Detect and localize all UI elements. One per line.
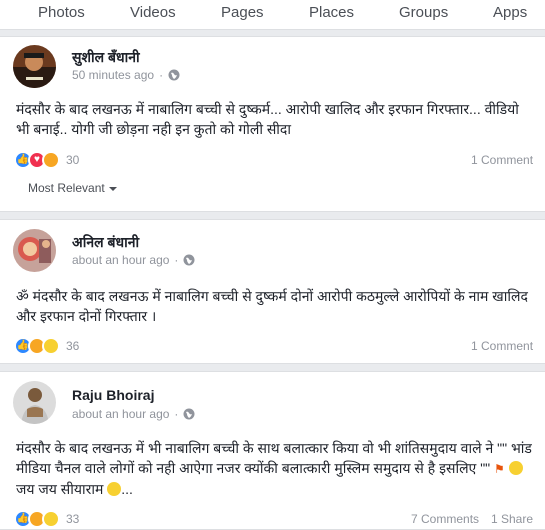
post-author-name[interactable]: Raju Bhoiraj [72, 387, 154, 403]
sort-label: Most Relevant [28, 181, 105, 195]
post-timestamp[interactable]: 50 minutes ago [72, 68, 154, 82]
globe-icon [183, 408, 195, 420]
globe-icon [183, 254, 195, 266]
post-meta: about an hour ago · [72, 407, 195, 421]
reaction-count: 33 [66, 512, 80, 526]
avatar[interactable] [13, 229, 56, 272]
reaction-summary[interactable]: 👍 33 [14, 510, 79, 528]
post-timestamp[interactable]: about an hour ago [72, 253, 169, 267]
angry-reaction-icon [42, 151, 60, 169]
top-nav-tabs: Photos Videos Pages Places Groups Apps [0, 0, 545, 30]
meta-separator: · [174, 253, 179, 267]
tab-groups[interactable]: Groups [399, 4, 448, 21]
post-author-name[interactable]: अनिल बंधानी [72, 233, 139, 252]
post-timestamp[interactable]: about an hour ago [72, 407, 169, 421]
reaction-count: 30 [66, 153, 80, 167]
comment-count-link[interactable]: 1 Comment [471, 339, 533, 353]
haha-reaction-icon [42, 510, 60, 528]
post-card: अनिल बंधानी about an hour ago · ॐ मंदसौर… [0, 219, 545, 364]
post-text: मंदसौर के बाद लखनऊ में भी नाबालिग बच्ची … [16, 438, 536, 499]
post-text: ॐ मंदसौर के बाद लखनऊ में नाबालिग बच्ची स… [16, 288, 528, 324]
post-author-name[interactable]: सुशील बँधानी [72, 48, 140, 67]
reaction-summary[interactable]: 👍 ♥ 30 [14, 151, 79, 169]
avatar[interactable] [13, 45, 56, 88]
smile-emoji-icon [107, 482, 122, 496]
avatar[interactable] [13, 381, 56, 424]
post-card: सुशील बँधानी 50 minutes ago · मंदसौर के … [0, 36, 545, 212]
post-meta: 50 minutes ago · [72, 68, 180, 82]
post-text-part: जय जय सीयाराम [16, 481, 108, 497]
tab-places[interactable]: Places [309, 4, 354, 21]
post-text-part: ... [121, 481, 133, 497]
post-text: मंदसौर के बाद लखनऊ में नाबालिग बच्ची से … [16, 101, 519, 137]
chevron-down-icon [108, 186, 117, 191]
smile-emoji-icon [508, 461, 523, 475]
reaction-summary[interactable]: 👍 36 [14, 337, 79, 355]
tab-apps[interactable]: Apps [493, 4, 527, 21]
comment-count-link[interactable]: 1 Comment [471, 153, 533, 167]
post-card: Raju Bhoiraj about an hour ago · मंदसौर … [0, 371, 545, 530]
globe-icon [168, 69, 180, 81]
post-text-part: मंदसौर के बाद लखनऊ में भी नाबालिग बच्ची … [16, 440, 532, 476]
comment-sort-dropdown[interactable]: Most Relevant [28, 181, 117, 195]
sad-reaction-icon [42, 337, 60, 355]
tab-pages[interactable]: Pages [221, 4, 264, 21]
tab-photos[interactable]: Photos [38, 4, 85, 21]
meta-separator: · [159, 68, 164, 82]
meta-separator: · [174, 407, 179, 421]
flag-emoji-icon: ⚑ [494, 462, 505, 476]
post-meta: about an hour ago · [72, 253, 195, 267]
tab-videos[interactable]: Videos [130, 4, 176, 21]
comment-count-link[interactable]: 7 Comments [411, 512, 479, 526]
reaction-count: 36 [66, 339, 80, 353]
share-count-link[interactable]: 1 Share [491, 512, 533, 526]
